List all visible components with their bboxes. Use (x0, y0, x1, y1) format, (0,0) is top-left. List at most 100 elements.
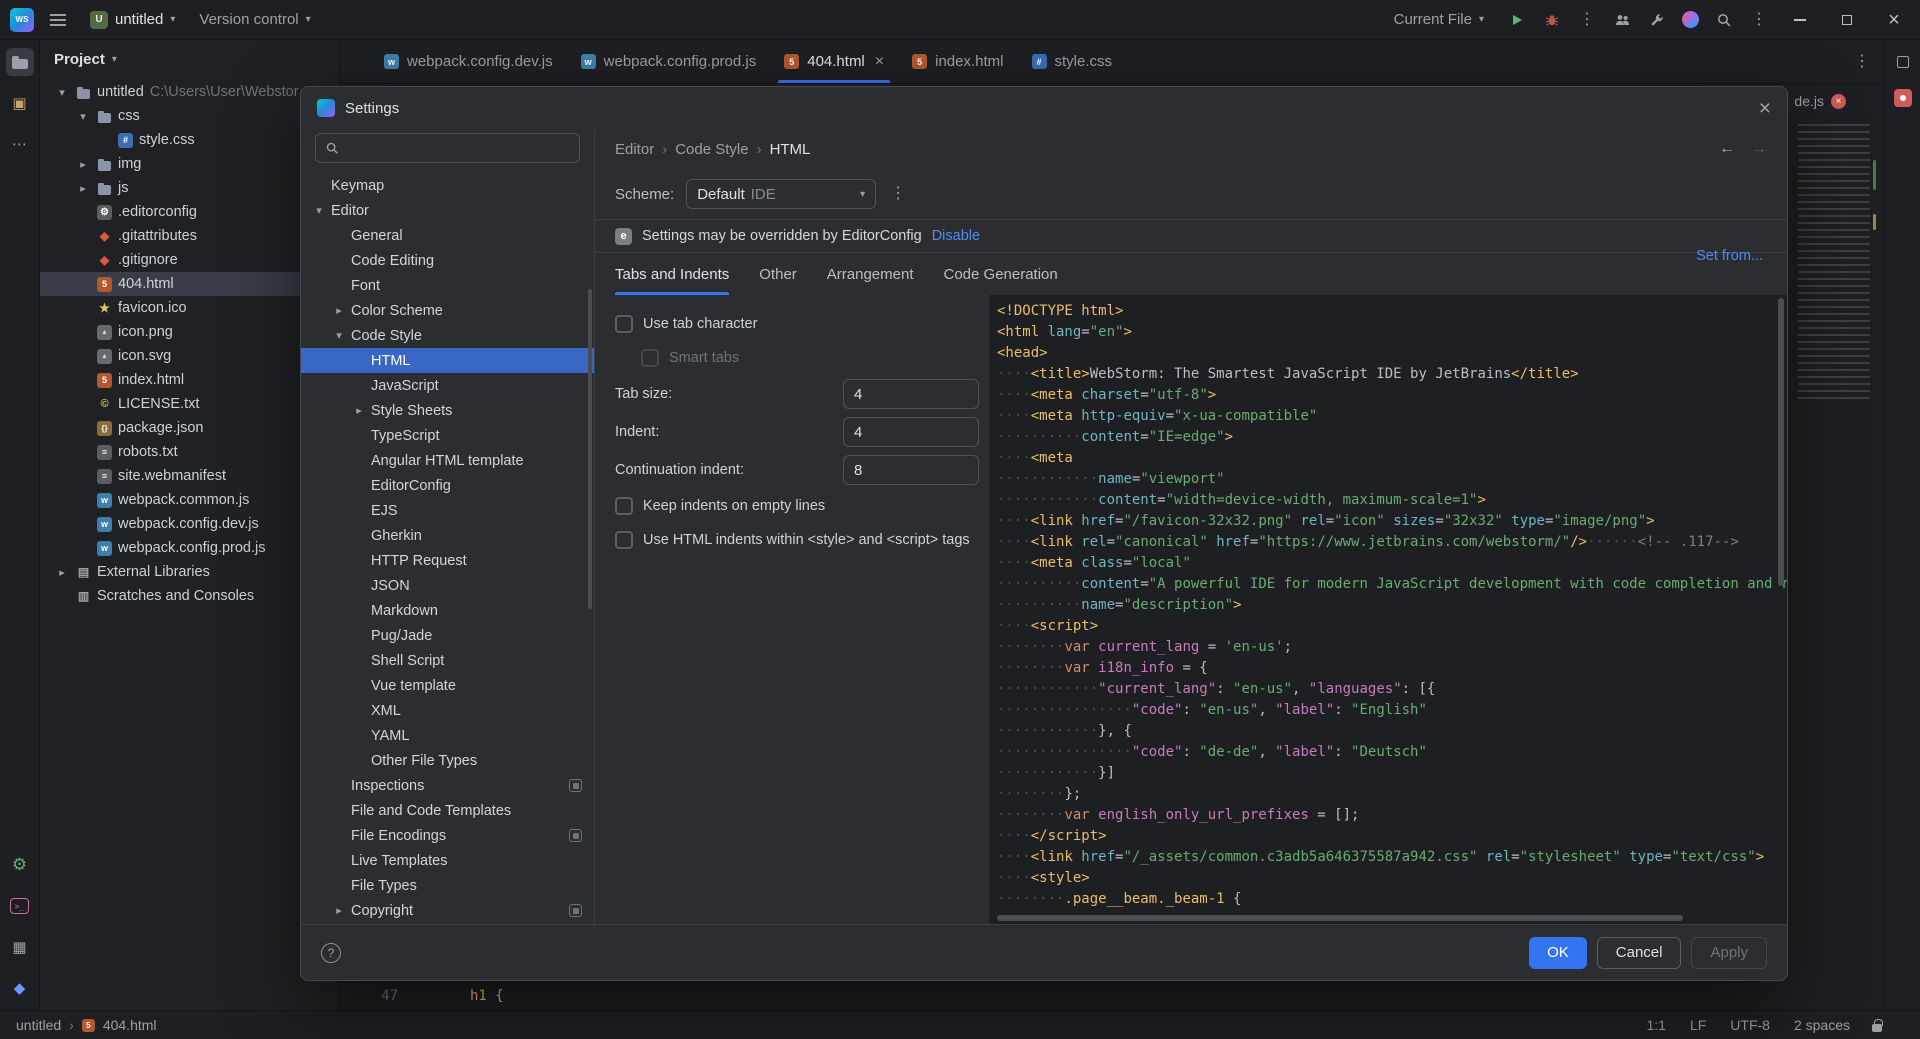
settings-nav-editor[interactable]: ▾Editor (301, 198, 594, 223)
breadcrumb-html[interactable]: HTML (770, 141, 811, 158)
project-item-gitattributes[interactable]: .gitattributes (40, 224, 339, 248)
project-item-robots-txt[interactable]: robots.txt (40, 440, 339, 464)
close-tab-icon[interactable]: × (875, 53, 884, 71)
status-file-breadcrumb[interactable]: 404.html (103, 1017, 157, 1033)
indent-input[interactable] (843, 417, 979, 447)
settings-nav-general[interactable]: General (301, 223, 594, 248)
settings-nav-file-and-code-templates[interactable]: File and Code Templates (301, 798, 594, 823)
status-lf[interactable]: LF (1690, 1017, 1706, 1033)
apply-button[interactable]: Apply (1691, 937, 1767, 969)
vcs-tool-icon[interactable]: ◆ (6, 974, 34, 1002)
chevron-right-icon[interactable]: ▸ (331, 304, 347, 317)
project-item-style-css[interactable]: style.css (40, 128, 339, 152)
settings-nav-pug-jade[interactable]: Pug/Jade (301, 623, 594, 648)
project-widget[interactable]: U untitled ▾ (82, 7, 183, 33)
commit-tool-icon[interactable]: ▣ (6, 89, 34, 117)
vcs-widget[interactable]: Version control ▾ (191, 7, 318, 32)
chevron-right-icon[interactable]: ▸ (54, 566, 70, 579)
settings-nav-style-sheets[interactable]: ▸Style Sheets (301, 398, 594, 423)
editor-tab-404-html[interactable]: 404.html× (770, 40, 898, 83)
project-item-icon-svg[interactable]: icon.svg (40, 344, 339, 368)
settings-search[interactable] (315, 133, 580, 163)
project-item-editorconfig[interactable]: .editorconfig (40, 200, 339, 224)
settings-nav-typescript[interactable]: TypeScript (301, 423, 594, 448)
project-item-js[interactable]: ▸js (40, 176, 339, 200)
project-item-site-webmanifest[interactable]: site.webmanifest (40, 464, 339, 488)
notifications-icon[interactable] (1894, 89, 1912, 107)
chevron-right-icon[interactable]: ▸ (331, 904, 347, 917)
background-editor-tab[interactable]: de.js × (1794, 93, 1846, 109)
services-tool-icon[interactable]: ▦ (6, 933, 34, 961)
settings-nav-yaml[interactable]: YAML (301, 723, 594, 748)
disable-link[interactable]: Disable (932, 228, 980, 244)
settings-nav-html[interactable]: HTML (301, 348, 594, 373)
window-options-icon[interactable]: ⋮ (1749, 12, 1769, 28)
project-item-index-html[interactable]: index.html (40, 368, 339, 392)
settings-nav-file-encodings[interactable]: File Encodings (301, 823, 594, 848)
project-item-gitignore[interactable]: .gitignore (40, 248, 339, 272)
project-item-icon-png[interactable]: icon.png (40, 320, 339, 344)
hide-windows-icon[interactable] (1889, 48, 1917, 76)
ok-button[interactable]: OK (1529, 937, 1587, 969)
maximize-button[interactable] (1831, 5, 1863, 35)
settings-nav-keymap[interactable]: Keymap (301, 173, 594, 198)
use-tab-character-option[interactable]: Use tab character (615, 307, 989, 341)
project-panel-header[interactable]: Project ▾ (40, 40, 339, 78)
more-run-actions-icon[interactable]: ⋮ (1577, 12, 1597, 28)
editor-tab-index-html[interactable]: index.html (898, 40, 1017, 83)
chevron-down-icon[interactable]: ▾ (54, 86, 70, 99)
chevron-right-icon[interactable]: ▸ (75, 182, 91, 195)
minimize-button[interactable] (1784, 5, 1816, 35)
set-from-link[interactable]: Set from... (1696, 248, 1763, 264)
help-icon[interactable]: ? (321, 943, 341, 963)
tab-options-icon[interactable]: ⋮ (1840, 54, 1884, 70)
settings-search-input[interactable] (346, 140, 570, 156)
status-project-breadcrumb[interactable]: untitled (16, 1017, 61, 1033)
settings-tab-code-generation[interactable]: Code Generation (944, 253, 1058, 295)
editor-tab-style-css[interactable]: style.css (1018, 40, 1127, 83)
nav-scrollbar[interactable] (588, 289, 592, 609)
chevron-down-icon[interactable]: ▾ (75, 110, 91, 123)
html-indents-checkbox[interactable] (615, 531, 633, 549)
close-window-button[interactable]: × (1878, 5, 1910, 35)
settings-nav-xml[interactable]: XML (301, 698, 594, 723)
terminal-tool-icon[interactable]: >_ (6, 892, 34, 920)
project-tool-icon[interactable] (6, 48, 34, 76)
keep-indents-checkbox[interactable] (615, 497, 633, 515)
settings-nav-other-file-types[interactable]: Other File Types (301, 748, 594, 773)
continuation-indent-input[interactable] (843, 455, 979, 485)
back-icon[interactable]: ← (1719, 140, 1735, 158)
status-2-spaces[interactable]: 2 spaces (1794, 1017, 1850, 1033)
chevron-down-icon[interactable]: ▾ (331, 329, 347, 342)
close-dialog-icon[interactable]: × (1759, 98, 1771, 119)
keep-indents-option[interactable]: Keep indents on empty lines (615, 489, 989, 523)
chevron-down-icon[interactable]: ▾ (311, 204, 327, 217)
debug-icon[interactable] (1542, 10, 1562, 30)
settings-nav-file-types[interactable]: File Types (301, 873, 594, 898)
scheme-actions-icon[interactable]: ⋮ (888, 186, 908, 202)
settings-nav-vue-template[interactable]: Vue template (301, 673, 594, 698)
settings-nav-code-editing[interactable]: Code Editing (301, 248, 594, 273)
project-item-license-txt[interactable]: LICENSE.txt (40, 392, 339, 416)
editor-tab-webpack-config-prod-js[interactable]: webpack.config.prod.js (567, 40, 771, 83)
project-item-webpack-config-dev-js[interactable]: webpack.config.dev.js (40, 512, 339, 536)
status-1-1[interactable]: 1:1 (1646, 1017, 1665, 1033)
project-item-package-json[interactable]: package.json (40, 416, 339, 440)
settings-nav-font[interactable]: Font (301, 273, 594, 298)
project-item-css[interactable]: ▾css (40, 104, 339, 128)
project-item-untitled[interactable]: ▾untitledC:\Users\User\Webstor (40, 80, 339, 104)
cancel-button[interactable]: Cancel (1597, 937, 1682, 969)
status-utf-8[interactable]: UTF-8 (1730, 1017, 1770, 1033)
project-item-external-libraries[interactable]: ▸External Libraries (40, 560, 339, 584)
project-item-webpack-common-js[interactable]: webpack.common.js (40, 488, 339, 512)
settings-nav-copyright[interactable]: ▸Copyright (301, 898, 594, 923)
settings-nav-live-templates[interactable]: Live Templates (301, 848, 594, 873)
code-with-me-icon[interactable] (1612, 10, 1632, 30)
settings-nav-code-style[interactable]: ▾Code Style (301, 323, 594, 348)
scheme-select[interactable]: Default IDE ▾ (686, 179, 876, 209)
settings-nav-color-scheme[interactable]: ▸Color Scheme (301, 298, 594, 323)
preview-horizontal-scrollbar[interactable] (997, 915, 1683, 921)
settings-nav-editorconfig[interactable]: EditorConfig (301, 473, 594, 498)
breadcrumb-editor[interactable]: Editor (615, 141, 654, 158)
chevron-right-icon[interactable]: ▸ (351, 404, 367, 417)
